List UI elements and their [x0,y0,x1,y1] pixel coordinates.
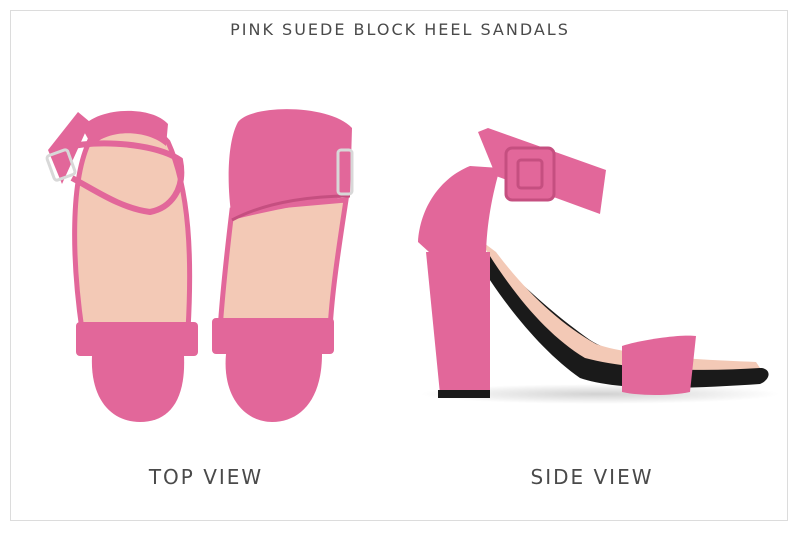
sandal-side-view [418,128,780,404]
sandal-top-view-right [212,109,354,422]
caption-top-view: TOP VIEW [148,465,264,489]
sandal-top-view-left [45,110,198,422]
caption-side-view: SIDE VIEW [530,465,654,489]
product-photo [45,109,780,422]
